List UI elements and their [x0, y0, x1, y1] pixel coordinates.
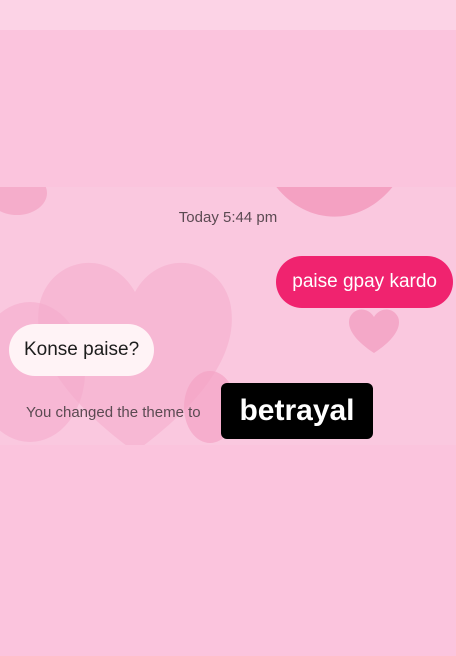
- theme-change-notice: You changed the theme to: [26, 404, 201, 421]
- top-strip: [0, 0, 456, 30]
- incoming-message-bubble[interactable]: Konse paise?: [9, 324, 155, 376]
- heart-icon: [344, 305, 404, 355]
- theme-name-badge: betrayal: [221, 383, 373, 439]
- message-timestamp: Today 5:44 pm: [178, 209, 278, 226]
- outgoing-message-bubble[interactable]: paise gpay kardo: [276, 256, 453, 308]
